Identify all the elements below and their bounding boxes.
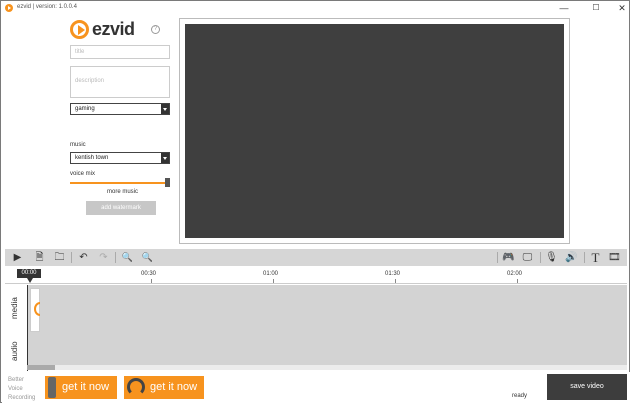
promo-text-line: Better [8,377,25,383]
microphone-icon [48,377,56,398]
ruler-label: 00:30 [141,271,157,277]
ruler-tick [273,279,274,283]
scrollbar-thumb[interactable] [27,365,55,370]
playhead-line [27,285,28,371]
toolbar-divider [497,252,498,263]
help-icon[interactable]: ? [151,25,160,34]
audio-track-label: audio [10,341,19,361]
screen-capture-icon[interactable]: 🖵 [521,251,534,264]
title-field[interactable]: title [70,45,170,59]
status-text: ready [512,393,528,399]
add-watermark-button[interactable]: add watermark [86,201,156,215]
ruler-label: 01:30 [385,271,401,277]
app-window: ezvid | version: 1.0.0.4 — ☐ ✕ ezvid ? t… [0,0,630,403]
title-bar: ezvid | version: 1.0.0.4 — ☐ ✕ [1,1,629,15]
ruler-label: 01:00 [263,271,279,277]
film-icon[interactable]: 🎞 [608,251,621,264]
redo-icon[interactable]: ↷ [97,251,110,264]
category-value: gaming [75,106,95,112]
add-media-icon[interactable]: 🗎 [33,251,46,264]
speech-synthesis-icon[interactable]: 🔊 [565,251,578,264]
timeline-scrollbar[interactable] [27,365,627,370]
ruler-tick [151,279,152,283]
play-icon[interactable]: ▶ [11,251,24,264]
timeline-ruler[interactable]: 00:00 00:30 01:00 01:30 02:00 [5,267,627,284]
chevron-down-icon[interactable] [161,104,169,114]
chevron-down-icon[interactable] [161,153,169,163]
toolbar-divider [71,252,72,263]
description-field[interactable]: description [70,66,170,98]
promo-text-line: Voice [8,386,23,392]
video-preview-frame [179,18,570,244]
microphone-icon[interactable]: 🎙 [545,251,558,264]
headset-promo-banner[interactable]: get it now [124,376,204,399]
ezvid-app-icon [5,4,13,12]
toolbar-divider [115,252,116,263]
media-track-label: media [10,297,19,319]
zoom-out-icon[interactable]: 🔍 [121,251,134,264]
video-preview [185,24,564,238]
logo-text: ezvid [92,19,135,39]
track-labels: media audio [5,285,27,371]
more-music-link[interactable]: more music [107,189,138,195]
toolbar-divider [584,252,585,263]
text-slide-icon[interactable]: T [589,251,602,264]
timeline-toolbar: ▶ 🗎 🗀 ↶ ↷ 🔍 🔍 🎮 🖵 🎙 🔊 T 🎞 [5,249,627,266]
headset-icon [127,378,145,396]
ezvid-logo: ezvid [70,19,160,40]
bottom-bar: Better Voice Recording get it now get it… [2,372,630,403]
ruler-label: 02:00 [507,271,523,277]
timeline-tracks[interactable] [27,285,627,365]
voice-mix-label: voice mix [70,171,96,177]
ruler-tick [395,279,396,283]
maximize-button[interactable]: ☐ [583,1,609,15]
window-title: ezvid | version: 1.0.0.4 [17,4,77,10]
voice-mix-slider-thumb[interactable] [165,178,170,187]
zoom-in-icon[interactable]: 🔍 [141,251,154,264]
save-video-button[interactable]: save video [547,374,627,400]
minimize-button[interactable]: — [551,1,577,15]
playhead-time[interactable]: 00:00 [17,269,41,278]
close-button[interactable]: ✕ [609,1,630,15]
media-clip[interactable] [30,288,40,332]
ruler-tick [517,279,518,283]
music-label: music [70,142,86,148]
category-select[interactable]: gaming [70,103,170,115]
logo-play-icon [70,20,89,39]
promo-text-line: Recording [8,395,36,401]
gamepad-icon[interactable]: 🎮 [502,251,515,264]
promo-label: get it now [150,381,198,393]
music-select[interactable]: kentish town [70,152,170,164]
microphone-promo-banner[interactable]: get it now [45,376,117,399]
undo-icon[interactable]: ↶ [77,251,90,264]
open-folder-icon[interactable]: 🗀 [53,251,66,264]
voice-mix-slider-track[interactable] [70,182,167,184]
playhead-marker[interactable] [27,278,33,283]
music-value: kentish town [75,155,109,161]
promo-label: get it now [62,381,110,393]
toolbar-divider [540,252,541,263]
